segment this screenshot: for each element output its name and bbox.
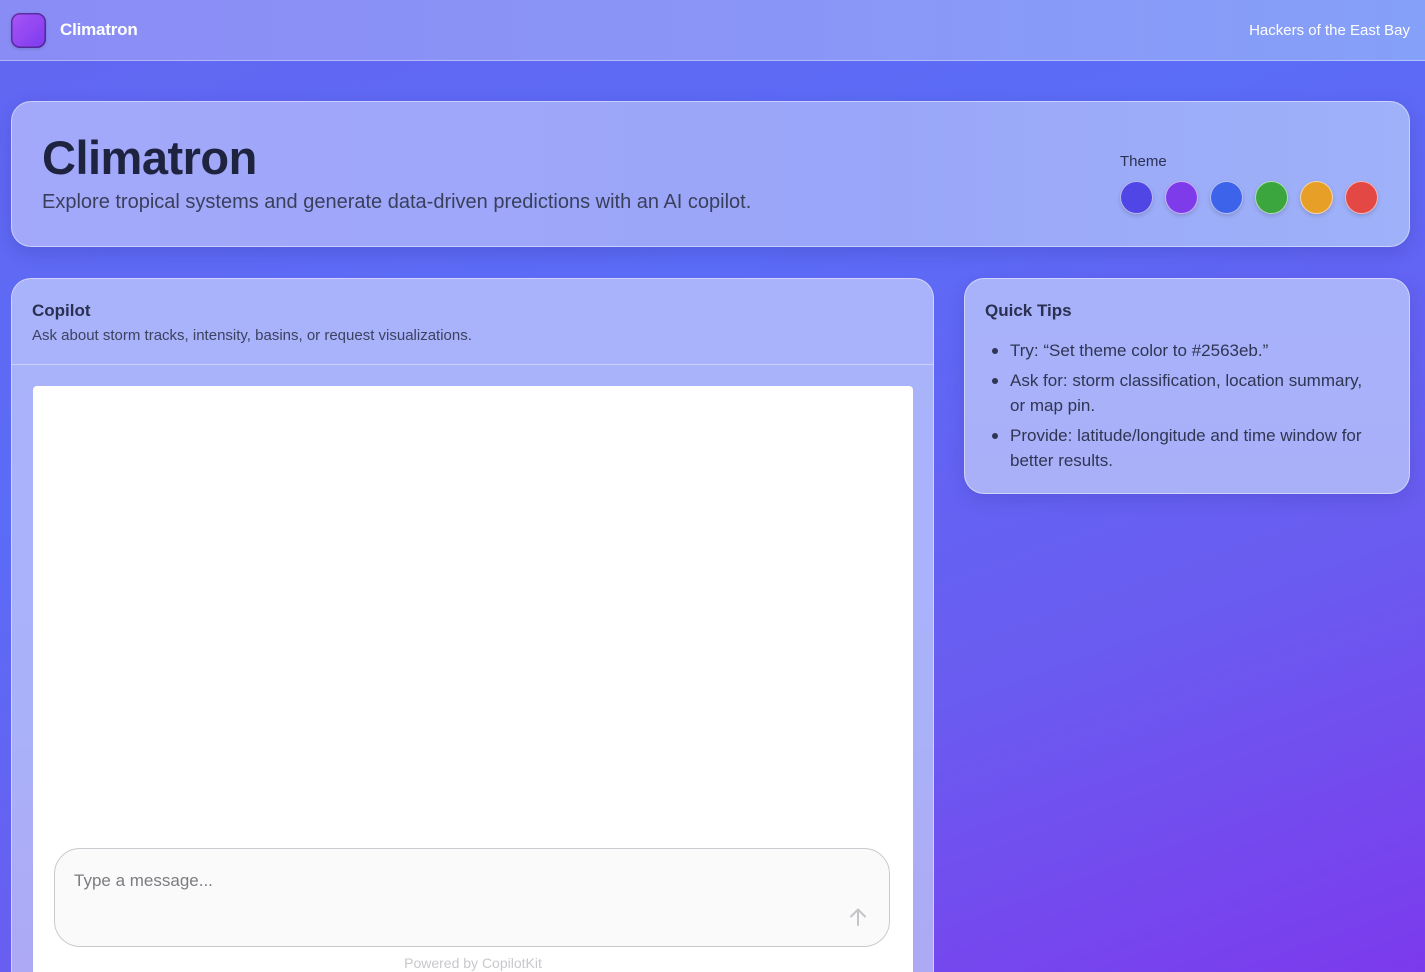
arrow-up-icon <box>847 906 869 931</box>
app-logo <box>11 12 46 48</box>
theme-swatch-green[interactable] <box>1255 181 1288 214</box>
send-button[interactable] <box>844 904 872 932</box>
copilot-header: Copilot Ask about storm tracks, intensit… <box>12 279 933 365</box>
quick-tips-list: Try: “Set theme color to #2563eb.” Ask f… <box>985 338 1389 473</box>
page-title: Climatron <box>42 131 257 184</box>
copilot-panel: Copilot Ask about storm tracks, intensit… <box>11 278 934 972</box>
chat-input[interactable]: Type a message... <box>54 848 890 947</box>
theme-swatch-indigo[interactable] <box>1120 181 1153 214</box>
org-link[interactable]: Hackers of the East Bay <box>1249 22 1410 39</box>
theme-swatches <box>1120 181 1378 214</box>
list-item: Try: “Set theme color to #2563eb.” <box>992 338 1389 363</box>
brand-name: Climatron <box>60 20 138 39</box>
theme-picker: Theme <box>1120 153 1378 214</box>
list-item: Ask for: storm classification, location … <box>992 368 1389 418</box>
top-nav-bar: Climatron Hackers of the East Bay <box>0 0 1425 61</box>
theme-swatch-purple[interactable] <box>1165 181 1198 214</box>
copilot-title: Copilot <box>32 301 91 320</box>
quick-tips-title: Quick Tips <box>985 301 1072 320</box>
chat-input-placeholder: Type a message... <box>74 871 213 890</box>
theme-swatch-red[interactable] <box>1345 181 1378 214</box>
copilot-subtitle: Ask about storm tracks, intensity, basin… <box>32 327 472 344</box>
theme-swatch-blue[interactable] <box>1210 181 1243 214</box>
quick-tips-card: Quick Tips Try: “Set theme color to #256… <box>964 278 1410 494</box>
list-item: Provide: latitude/longitude and time win… <box>992 423 1389 473</box>
hero-card: Climatron Explore tropical systems and g… <box>11 101 1410 247</box>
brand[interactable]: Climatron <box>11 12 138 48</box>
theme-label: Theme <box>1120 153 1167 170</box>
chat-window: Type a message... Powered by CopilotKit <box>33 386 913 972</box>
theme-swatch-amber[interactable] <box>1300 181 1333 214</box>
page-subtitle: Explore tropical systems and generate da… <box>42 191 752 213</box>
powered-by-label: Powered by CopilotKit <box>404 955 542 971</box>
